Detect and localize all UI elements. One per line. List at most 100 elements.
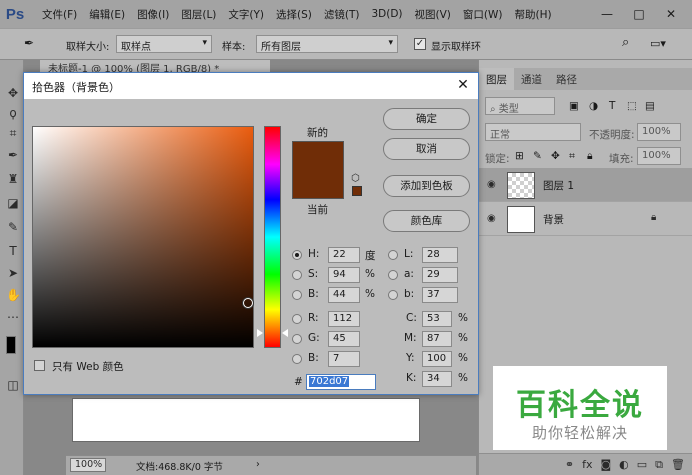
- lock-artboard-icon[interactable]: ⌗: [569, 150, 575, 163]
- foreground-color-swatch[interactable]: [6, 336, 16, 354]
- lock-move-icon[interactable]: ✥: [551, 150, 560, 162]
- chevron-right-icon[interactable]: ›: [256, 459, 260, 470]
- red-input[interactable]: 112: [328, 311, 360, 327]
- more-tools-icon[interactable]: ⋯: [6, 310, 20, 324]
- cancel-button[interactable]: 取消: [383, 138, 470, 160]
- group-icon[interactable]: ▭: [637, 458, 647, 471]
- hue-slider[interactable]: [264, 126, 281, 348]
- filter-shape-icon[interactable]: ⬚: [627, 100, 637, 112]
- trash-icon[interactable]: 🗑︎: [671, 458, 685, 471]
- radio-brightness[interactable]: [292, 290, 302, 300]
- layer-row[interactable]: ◉ 背景 🔒︎: [479, 202, 692, 236]
- menu-edit[interactable]: 编辑(E): [83, 7, 131, 22]
- radio-b-lab[interactable]: [388, 290, 398, 300]
- cyan-input[interactable]: 53: [422, 311, 452, 327]
- brightness-input[interactable]: 44: [328, 287, 360, 303]
- filter-adjust-icon[interactable]: ◑: [589, 100, 598, 112]
- sample-size-dropdown[interactable]: 取样点 ▾: [116, 35, 212, 53]
- mask-icon[interactable]: ◙: [600, 458, 611, 471]
- close-window-button[interactable]: ✕: [656, 0, 686, 28]
- tab-layers[interactable]: 图层: [479, 68, 514, 90]
- magenta-input[interactable]: 87: [422, 331, 452, 347]
- menu-select[interactable]: 选择(S): [270, 7, 318, 22]
- type-tool-icon[interactable]: T: [6, 244, 20, 258]
- menu-filter[interactable]: 滤镜(T): [318, 7, 366, 22]
- opacity-field[interactable]: 100%: [637, 123, 681, 141]
- blue-input[interactable]: 7: [328, 351, 360, 367]
- color-field[interactable]: [32, 126, 254, 348]
- blend-mode-dropdown[interactable]: 正常: [485, 123, 581, 141]
- eraser-tool-icon[interactable]: ◪: [6, 196, 20, 210]
- pen-tool-icon[interactable]: ✎: [6, 220, 20, 234]
- link-icon[interactable]: ⚭: [565, 458, 574, 471]
- lasso-tool-icon[interactable]: ϙ: [6, 106, 20, 120]
- minimize-button[interactable]: —: [592, 0, 622, 28]
- fill-field[interactable]: 100%: [637, 147, 681, 165]
- quick-mask-icon[interactable]: ◫: [6, 378, 20, 392]
- crop-tool-icon[interactable]: ⌗: [6, 126, 20, 140]
- menu-view[interactable]: 视图(V): [409, 7, 457, 22]
- color-libraries-button[interactable]: 颜色库: [383, 210, 470, 232]
- black-input[interactable]: 34: [422, 371, 452, 387]
- workspace-icon[interactable]: ▭▾: [650, 37, 666, 50]
- layer-row[interactable]: ◉ 图层 1: [479, 168, 692, 202]
- search-icon[interactable]: ⌕: [622, 35, 629, 50]
- tab-paths[interactable]: 路径: [549, 68, 584, 90]
- radio-saturation[interactable]: [292, 270, 302, 280]
- menu-window[interactable]: 窗口(W): [457, 7, 509, 22]
- radio-blue[interactable]: [292, 354, 302, 364]
- new-layer-icon[interactable]: ⧉: [655, 458, 663, 472]
- radio-red[interactable]: [292, 314, 302, 324]
- menu-help[interactable]: 帮助(H): [509, 7, 558, 22]
- visibility-eye-icon[interactable]: ◉: [487, 180, 499, 190]
- lock-transparent-icon[interactable]: ⊞: [515, 150, 524, 162]
- show-ring-checkbox[interactable]: ✓: [414, 38, 426, 50]
- close-icon[interactable]: ✕: [454, 76, 472, 94]
- lock-all-icon[interactable]: 🔒︎: [587, 150, 593, 163]
- filter-pixel-icon[interactable]: ▣: [569, 100, 579, 112]
- eyedropper-tool-icon[interactable]: ✒: [6, 148, 20, 162]
- filter-type-icon[interactable]: T: [609, 100, 615, 112]
- document-canvas[interactable]: [72, 398, 420, 442]
- yellow-input[interactable]: 100: [422, 351, 452, 367]
- green-input[interactable]: 45: [328, 331, 360, 347]
- radio-a[interactable]: [388, 270, 398, 280]
- menu-3d[interactable]: 3D(D): [365, 8, 408, 20]
- web-safe-swatch[interactable]: [352, 186, 362, 196]
- a-input[interactable]: 29: [422, 267, 458, 283]
- path-select-tool-icon[interactable]: ➤: [6, 266, 20, 280]
- fx-icon[interactable]: fx: [582, 458, 592, 471]
- lightness-input[interactable]: 28: [422, 247, 458, 263]
- ok-button[interactable]: 确定: [383, 108, 470, 130]
- radio-hue[interactable]: [292, 250, 302, 260]
- menu-image[interactable]: 图像(I): [131, 7, 175, 22]
- add-to-swatches-button[interactable]: 添加到色板: [383, 175, 470, 197]
- sample-dropdown[interactable]: 所有图层 ▾: [256, 35, 398, 53]
- menu-type[interactable]: 文字(Y): [222, 7, 270, 22]
- hue-input[interactable]: 22: [328, 247, 360, 263]
- eyedropper-icon[interactable]: ✒: [24, 36, 34, 50]
- hue-slider-handle-left[interactable]: [257, 329, 263, 337]
- filter-smart-icon[interactable]: ▤: [645, 100, 655, 112]
- web-colors-only-checkbox[interactable]: [34, 360, 45, 371]
- web-safe-cube-icon[interactable]: ⬡: [351, 173, 360, 184]
- maximize-button[interactable]: □: [624, 0, 654, 28]
- radio-lightness[interactable]: [388, 250, 398, 260]
- layer-filter-dropdown[interactable]: ⌕ 类型: [485, 97, 555, 115]
- zoom-field[interactable]: 100%: [70, 458, 106, 472]
- adjustment-icon[interactable]: ◐: [619, 458, 629, 471]
- hex-input[interactable]: 702d07: [306, 374, 376, 390]
- menu-layer[interactable]: 图层(L): [175, 7, 222, 22]
- move-tool-icon[interactable]: ✥: [6, 86, 20, 100]
- hue-slider-handle-right[interactable]: [282, 329, 288, 337]
- tab-channels[interactable]: 通道: [514, 68, 549, 90]
- visibility-eye-icon[interactable]: ◉: [487, 214, 499, 224]
- b-lab-input[interactable]: 37: [422, 287, 458, 303]
- stamp-tool-icon[interactable]: ♜: [6, 172, 20, 186]
- radio-green[interactable]: [292, 334, 302, 344]
- menu-file[interactable]: 文件(F): [36, 7, 83, 22]
- saturation-input[interactable]: 94: [328, 267, 360, 283]
- lock-brush-icon[interactable]: ✎: [533, 150, 542, 162]
- hand-tool-icon[interactable]: ✋: [6, 288, 21, 302]
- color-field-cursor[interactable]: [243, 298, 253, 308]
